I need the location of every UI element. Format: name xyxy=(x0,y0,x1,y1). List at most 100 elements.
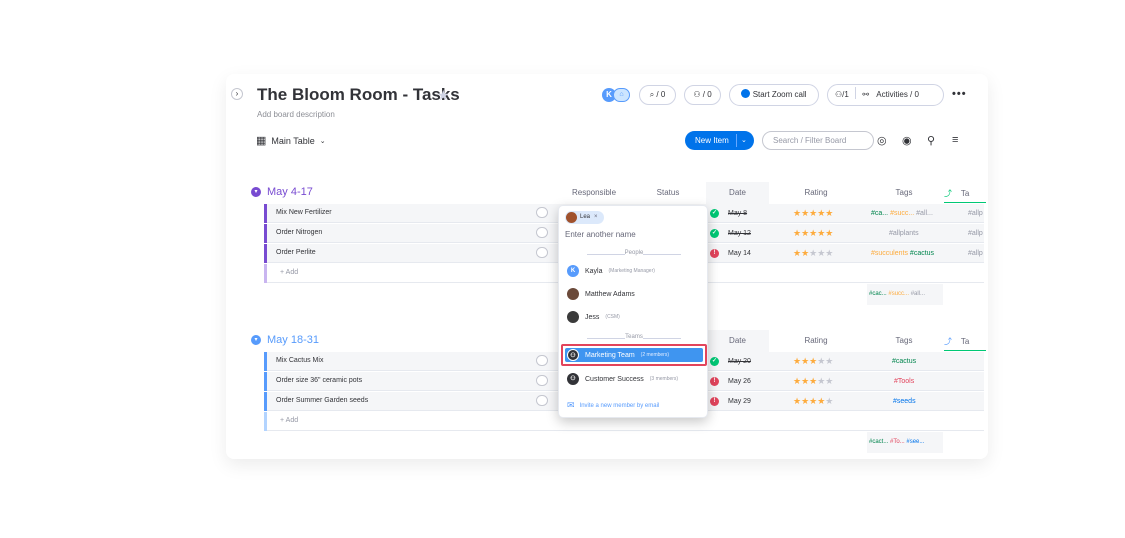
mentions-button[interactable]: ⌕ / 0 xyxy=(639,85,676,105)
column-header-partial[interactable]: ⤴ Ta xyxy=(944,188,986,203)
sort-icon: ⤴ xyxy=(944,189,952,198)
table-icon: ▦ xyxy=(256,135,267,147)
team-option[interactable]: ⚇ Marketing Team (2 members) xyxy=(567,349,669,361)
comment-bubble-icon[interactable] xyxy=(536,207,548,218)
comment-bubble-icon[interactable] xyxy=(536,395,548,406)
comment-bubble-icon[interactable] xyxy=(536,247,548,258)
date-cell[interactable]: May 8 xyxy=(728,210,747,217)
item-name[interactable]: Order Nitrogen xyxy=(276,229,322,236)
close-icon[interactable]: × xyxy=(594,214,598,220)
done-icon: ✓ xyxy=(710,209,719,218)
new-item-button[interactable]: New Item ⌄ xyxy=(685,131,754,150)
group-color-bar xyxy=(264,412,267,431)
avatar: K xyxy=(567,265,579,277)
group-color-bar xyxy=(264,204,267,223)
rating-stars[interactable]: ★★★★★ xyxy=(793,248,833,259)
divider xyxy=(855,87,857,99)
add-item-input[interactable]: + Add xyxy=(280,269,298,276)
favorite-star-icon[interactable]: ★ xyxy=(437,87,450,104)
date-cell[interactable]: May 29 xyxy=(728,398,751,405)
person-option[interactable]: Matthew Adams xyxy=(567,288,635,300)
date-cell[interactable]: May 14 xyxy=(728,250,751,257)
column-header-rating[interactable]: Rating xyxy=(788,336,844,345)
selected-person-chip[interactable]: Lea × xyxy=(565,211,604,224)
item-name[interactable]: Order size 36" ceramic pots xyxy=(276,377,362,384)
rating-stars[interactable]: ★★★★★ xyxy=(793,376,833,387)
done-icon: ✓ xyxy=(710,229,719,238)
group-color-bar xyxy=(264,244,267,263)
main-table-view-selector[interactable]: ▦ Main Table ⌄ xyxy=(256,134,326,147)
bell-icon: ⌕ xyxy=(649,90,655,99)
tags-summary: #cact... #To... #see... xyxy=(867,432,943,453)
board-title[interactable]: The Bloom Room - Tasks xyxy=(257,85,460,105)
column-header-date[interactable]: Date xyxy=(706,330,769,352)
group-color-bar xyxy=(264,352,267,371)
tags-cell[interactable]: #ca... #succ... #all... xyxy=(871,210,933,217)
avatar xyxy=(566,212,577,223)
column-header-rating[interactable]: Rating xyxy=(788,188,844,197)
date-cell[interactable]: May 20 xyxy=(728,358,751,365)
chevron-down-icon: ⌄ xyxy=(319,137,326,145)
team-icon: ⚇ xyxy=(567,373,579,385)
team-option[interactable]: ⚇ Customer Success (3 members) xyxy=(567,373,678,385)
group-title-may-18-31[interactable]: ▾ May 18-31 xyxy=(251,334,319,346)
chevron-down-icon[interactable]: ▾ xyxy=(251,187,261,197)
column-header-status[interactable]: Status xyxy=(640,188,696,197)
tags-cell[interactable]: #seeds xyxy=(893,398,916,405)
column-header-responsible[interactable]: Responsible xyxy=(566,188,622,197)
item-name[interactable]: Mix New Fertilizer xyxy=(276,209,332,216)
item-name[interactable]: Mix Cactus Mix xyxy=(276,357,323,364)
tags-cell[interactable]: #succulents #cactus xyxy=(871,250,934,257)
invite-member-link[interactable]: ✉ Invite a new member by email xyxy=(567,400,659,411)
date-cell[interactable]: May 12 xyxy=(728,230,751,237)
board-description[interactable]: Add board description xyxy=(257,110,335,119)
tags-cell[interactable]: #cactus xyxy=(892,358,916,365)
zoom-call-button[interactable]: Start Zoom call xyxy=(729,84,819,106)
extra-tags-cell[interactable]: #allp xyxy=(968,210,983,217)
item-name[interactable]: Order Summer Garden seeds xyxy=(276,397,368,404)
rating-stars[interactable]: ★★★★★ xyxy=(793,396,833,407)
comment-bubble-icon[interactable] xyxy=(536,355,548,366)
people-section-header: People xyxy=(559,250,709,256)
rating-stars[interactable]: ★★★★★ xyxy=(793,356,833,367)
sort-icon: ⤴ xyxy=(944,337,952,346)
stuck-icon: ! xyxy=(710,397,719,406)
teams-section-header: Teams xyxy=(559,334,709,340)
responsible-dropdown[interactable]: Lea × Enter another name People K Kayla (… xyxy=(558,205,708,418)
tags-summary: #cac... #succ... #all... xyxy=(867,284,943,305)
comment-bubble-icon[interactable] xyxy=(536,227,548,238)
expand-sidebar-icon[interactable]: › xyxy=(231,88,243,100)
extra-tags-cell[interactable]: #allp xyxy=(968,250,983,257)
rating-stars[interactable]: ★★★★★ xyxy=(793,228,833,239)
pin-icon[interactable]: ⚲ xyxy=(927,134,935,147)
person-filter-icon[interactable]: ◎ xyxy=(877,134,887,147)
plug-icon: ⚇ xyxy=(693,90,701,99)
tags-cell[interactable]: #Tools xyxy=(894,378,914,385)
person-option[interactable]: Jess (CSM) xyxy=(567,311,620,323)
group-title-may-4-17[interactable]: ▾ May 4-17 xyxy=(251,186,313,198)
tags-cell[interactable]: #allplants xyxy=(889,230,919,237)
search-filter-input[interactable]: Search / Filter Board xyxy=(762,131,874,150)
person-option[interactable]: K Kayla (Marketing Manager) xyxy=(567,265,655,277)
enter-name-input[interactable]: Enter another name xyxy=(565,230,636,239)
team-icon: ⚇ xyxy=(567,349,579,361)
team-avatar-icon[interactable]: ⌂ xyxy=(613,88,630,102)
eye-icon[interactable]: ◉ xyxy=(902,134,912,147)
chevron-down-icon[interactable]: ⌄ xyxy=(741,131,747,150)
integrations-button[interactable]: ⚇ / 0 xyxy=(684,85,721,105)
item-name[interactable]: Order Perlite xyxy=(276,249,316,256)
comment-bubble-icon[interactable] xyxy=(536,375,548,386)
column-header-tags[interactable]: Tags xyxy=(876,336,932,345)
more-options-icon[interactable]: ••• xyxy=(952,88,967,100)
add-item-input[interactable]: + Add xyxy=(280,417,298,424)
filter-icon[interactable]: ≡ xyxy=(952,134,958,146)
members-activities-button[interactable]: ⚇/1 ⚯ Activities / 0 xyxy=(827,84,944,106)
stuck-icon: ! xyxy=(710,249,719,258)
extra-tags-cell[interactable]: #allp xyxy=(968,230,983,237)
column-header-partial[interactable]: ⤴ Ta xyxy=(944,336,986,351)
rating-stars[interactable]: ★★★★★ xyxy=(793,208,833,219)
date-cell[interactable]: May 26 xyxy=(728,378,751,385)
chevron-down-icon[interactable]: ▾ xyxy=(251,335,261,345)
column-header-date[interactable]: Date xyxy=(706,182,769,204)
column-header-tags[interactable]: Tags xyxy=(876,188,932,197)
